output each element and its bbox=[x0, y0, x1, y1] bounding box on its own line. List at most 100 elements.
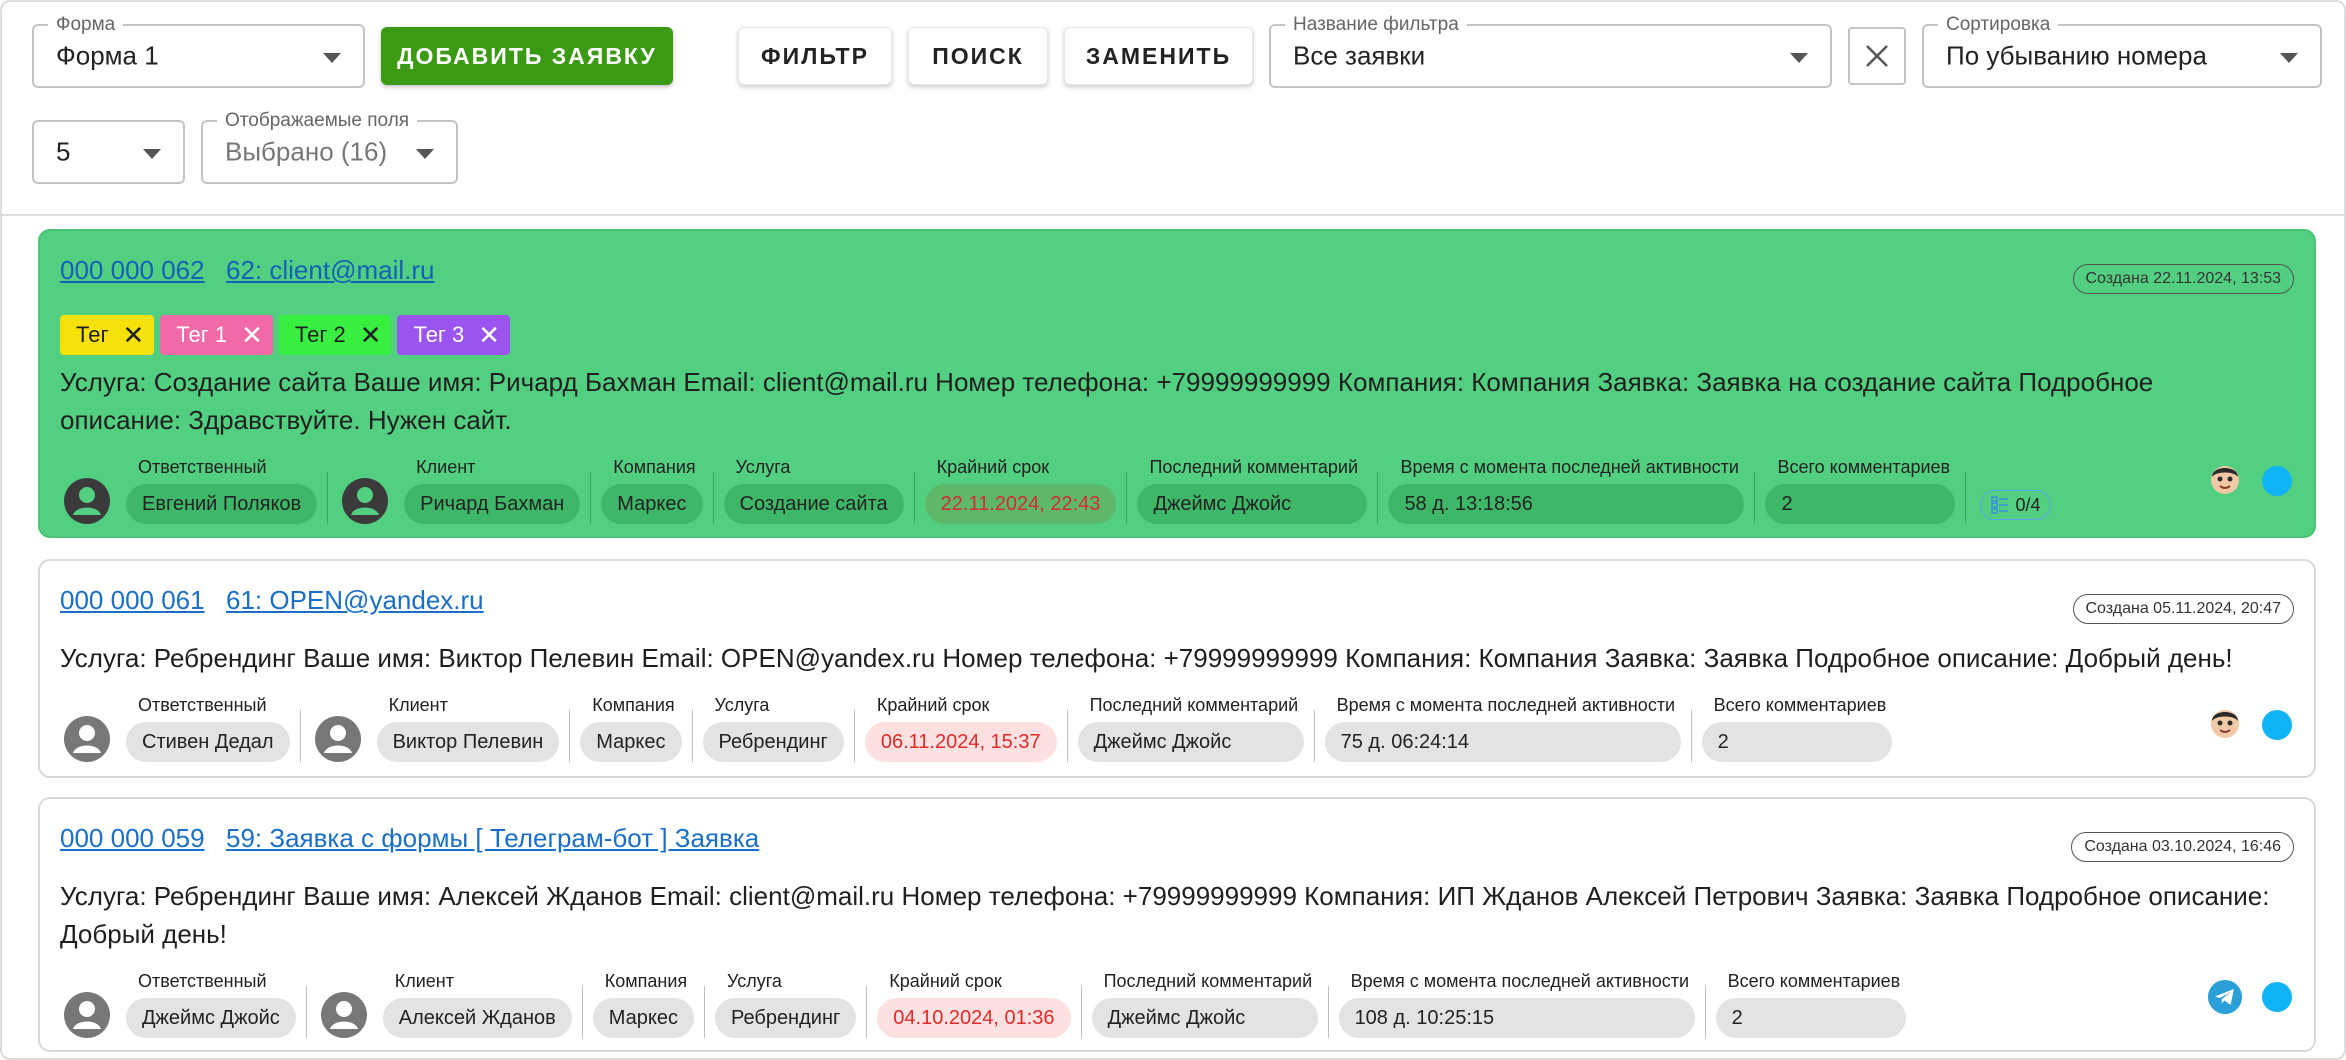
divider bbox=[1313, 710, 1315, 762]
last-comment-chip: Джеймс Джойс bbox=[1091, 998, 1318, 1038]
responsible-field: Ответственный Евгений Поляков bbox=[126, 457, 318, 524]
ticket-number-link[interactable]: 000 000 062 bbox=[60, 255, 205, 286]
telegram-icon bbox=[2208, 980, 2242, 1014]
close-icon bbox=[1866, 45, 1888, 67]
divider bbox=[704, 986, 705, 1038]
user-avatar-icon bbox=[64, 478, 110, 524]
client-chip[interactable]: Виктор Пелевин bbox=[376, 722, 560, 762]
since-activity-field: Время с момента последней активности 75 д… bbox=[1324, 695, 1681, 762]
deadline-chip: 22.11.2024, 22:43 bbox=[924, 484, 1117, 524]
divider bbox=[691, 710, 693, 762]
checklist-count: 0/4 bbox=[2015, 494, 2041, 515]
deadline-field: Крайний срок 22.11.2024, 22:43 bbox=[924, 457, 1117, 524]
add-ticket-button[interactable]: Добавить заявку bbox=[381, 27, 673, 85]
form-select[interactable]: Форма Форма 1 bbox=[32, 14, 365, 88]
ticket-card[interactable]: 000 000 059 59: Заявка с формы [ Телегра… bbox=[38, 797, 2316, 1052]
divider bbox=[853, 710, 855, 762]
status-dot bbox=[2262, 466, 2292, 496]
ticket-meta: Ответственный Джеймс Джойс Клиент Алексей … bbox=[60, 971, 1916, 1038]
filter-name-select[interactable]: Название фильтра Все заявки bbox=[1269, 14, 1832, 88]
clear-filter-button[interactable] bbox=[1848, 27, 1906, 85]
close-icon[interactable]: ✕ bbox=[360, 322, 382, 348]
filter-name-value: Все заявки bbox=[1293, 40, 1426, 71]
ticket-card[interactable]: 000 000 062 62: client@mail.ru Создана 2… bbox=[38, 229, 2316, 538]
filter-name-label: Название фильтра bbox=[1285, 14, 1467, 36]
form-select-value: Форма 1 bbox=[56, 40, 159, 71]
divider bbox=[1080, 986, 1082, 1038]
close-icon[interactable]: ✕ bbox=[122, 322, 144, 348]
client-chip[interactable]: Алексей Жданов bbox=[382, 998, 572, 1038]
responsible-chip[interactable]: Евгений Поляков bbox=[126, 484, 318, 524]
filter-button[interactable]: Фильтр bbox=[738, 27, 892, 85]
since-activity-field: Время с момента последней активности 108 … bbox=[1338, 971, 1695, 1038]
divider bbox=[590, 472, 592, 524]
ticket-number-link[interactable]: 000 000 061 bbox=[60, 585, 205, 616]
last-comment-chip: Джеймс Джойс bbox=[1077, 722, 1304, 762]
divider bbox=[1066, 710, 1068, 762]
since-activity-chip: 108 д. 10:25:15 bbox=[1338, 998, 1695, 1038]
search-button[interactable]: Поиск bbox=[908, 27, 1048, 85]
close-icon[interactable]: ✕ bbox=[241, 322, 263, 348]
sort-value: По убыванию номера bbox=[1946, 40, 2207, 71]
company-chip[interactable]: Маркес bbox=[601, 484, 703, 524]
since-activity-chip: 75 д. 06:24:14 bbox=[1324, 722, 1681, 762]
last-comment-field: Последний комментарий Джеймс Джойс bbox=[1091, 971, 1318, 1038]
total-comments-field: Всего комментариев 2 bbox=[1701, 695, 1892, 762]
service-field: Услуга Создание сайта bbox=[723, 457, 904, 524]
page-size-select[interactable]: 5 bbox=[32, 120, 185, 184]
last-comment-chip: Джеймс Джойс bbox=[1137, 484, 1368, 524]
total-comments-chip: 2 bbox=[1765, 484, 1956, 524]
responsible-field: Ответственный Джеймс Джойс bbox=[126, 971, 296, 1038]
created-badge: Создана 05.11.2024, 20:47 bbox=[2072, 594, 2294, 624]
checklist-icon bbox=[1991, 496, 2009, 514]
form-select-label: Форма bbox=[48, 14, 124, 36]
client-chip[interactable]: Ричард Бахман bbox=[404, 484, 581, 524]
divider bbox=[1704, 986, 1706, 1038]
status-dot bbox=[2262, 982, 2292, 1012]
tag[interactable]: Тег 1 ✕ bbox=[160, 315, 273, 355]
service-chip: Ребрендинг bbox=[702, 722, 844, 762]
visible-fields-value: Выбрано (16) bbox=[225, 136, 388, 167]
last-comment-field: Последний комментарий Джеймс Джойс bbox=[1077, 695, 1304, 762]
user-avatar-icon bbox=[342, 478, 389, 524]
sort-select[interactable]: Сортировка По убыванию номера bbox=[1922, 14, 2322, 88]
company-chip[interactable]: Маркес bbox=[592, 998, 694, 1038]
company-chip[interactable]: Маркес bbox=[580, 722, 682, 762]
ticket-title-link[interactable]: 61: OPEN@yandex.ru bbox=[226, 585, 484, 616]
service-chip: Создание сайта bbox=[723, 484, 904, 524]
replace-button[interactable]: Заменить bbox=[1064, 27, 1253, 85]
user-avatar-icon bbox=[320, 992, 367, 1038]
company-field: Компания Маркес bbox=[580, 695, 682, 762]
visible-fields-select[interactable]: Отображаемые поля Выбрано (16) bbox=[201, 110, 458, 184]
client-field: Клиент Алексей Жданов bbox=[382, 971, 572, 1038]
chevron-down-icon bbox=[323, 53, 341, 63]
company-field: Компания Маркес bbox=[592, 971, 694, 1038]
last-comment-field: Последний комментарий Джеймс Джойс bbox=[1137, 457, 1368, 524]
avatar-face-icon bbox=[2211, 710, 2239, 738]
divider bbox=[581, 986, 583, 1038]
divider bbox=[1327, 986, 1329, 1038]
user-avatar-icon bbox=[64, 992, 110, 1038]
divider bbox=[569, 710, 571, 762]
user-avatar-icon bbox=[314, 716, 361, 762]
created-badge: Создана 03.10.2024, 16:46 bbox=[2071, 832, 2294, 862]
ticket-number-link[interactable]: 000 000 059 bbox=[60, 823, 205, 854]
chevron-down-icon bbox=[143, 149, 161, 159]
chevron-down-icon bbox=[1790, 53, 1808, 63]
tag[interactable]: Тег 3 ✕ bbox=[397, 315, 511, 355]
divider bbox=[299, 710, 301, 762]
sort-label: Сортировка bbox=[1938, 14, 2059, 36]
responsible-chip[interactable]: Стивен Дедал bbox=[126, 722, 290, 762]
divider bbox=[1377, 472, 1379, 524]
checklist-badge[interactable]: 0/4 bbox=[1980, 490, 2052, 520]
responsible-chip[interactable]: Джеймс Джойс bbox=[126, 998, 296, 1038]
app-frame: Форма Форма 1 Добавить заявку Фильтр Пои… bbox=[0, 0, 2346, 1060]
tag[interactable]: Тег ✕ bbox=[60, 315, 155, 355]
ticket-card[interactable]: 000 000 061 61: OPEN@yandex.ru Создана 0… bbox=[38, 559, 2316, 778]
divider bbox=[327, 472, 329, 524]
tag-label: Тег 1 bbox=[176, 322, 228, 347]
tag[interactable]: Тег 2 ✕ bbox=[278, 315, 392, 355]
ticket-title-link[interactable]: 59: Заявка с формы [ Телеграм-бот ] Заяв… bbox=[226, 823, 759, 854]
close-icon[interactable]: ✕ bbox=[478, 322, 500, 348]
ticket-title-link[interactable]: 62: client@mail.ru bbox=[226, 255, 434, 286]
